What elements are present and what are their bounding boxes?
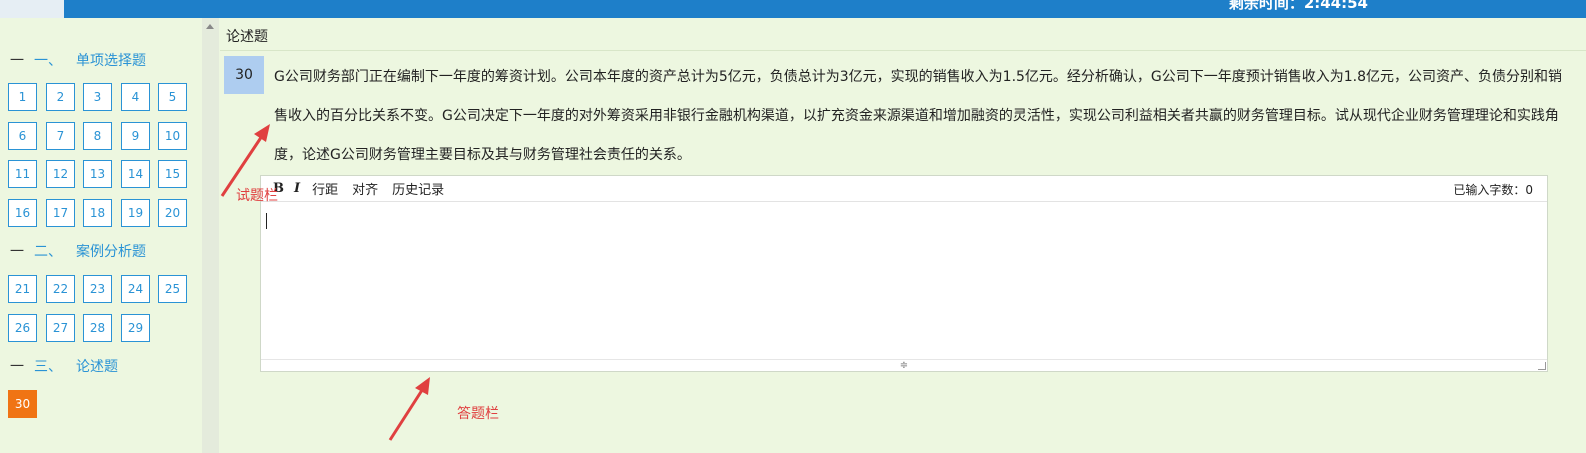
arrow-to-answer (388, 377, 430, 441)
answer-area-annotation: 答题栏 (457, 406, 499, 422)
annotation-arrows (220, 124, 430, 441)
question-area-annotation: 试题栏 (236, 188, 278, 204)
